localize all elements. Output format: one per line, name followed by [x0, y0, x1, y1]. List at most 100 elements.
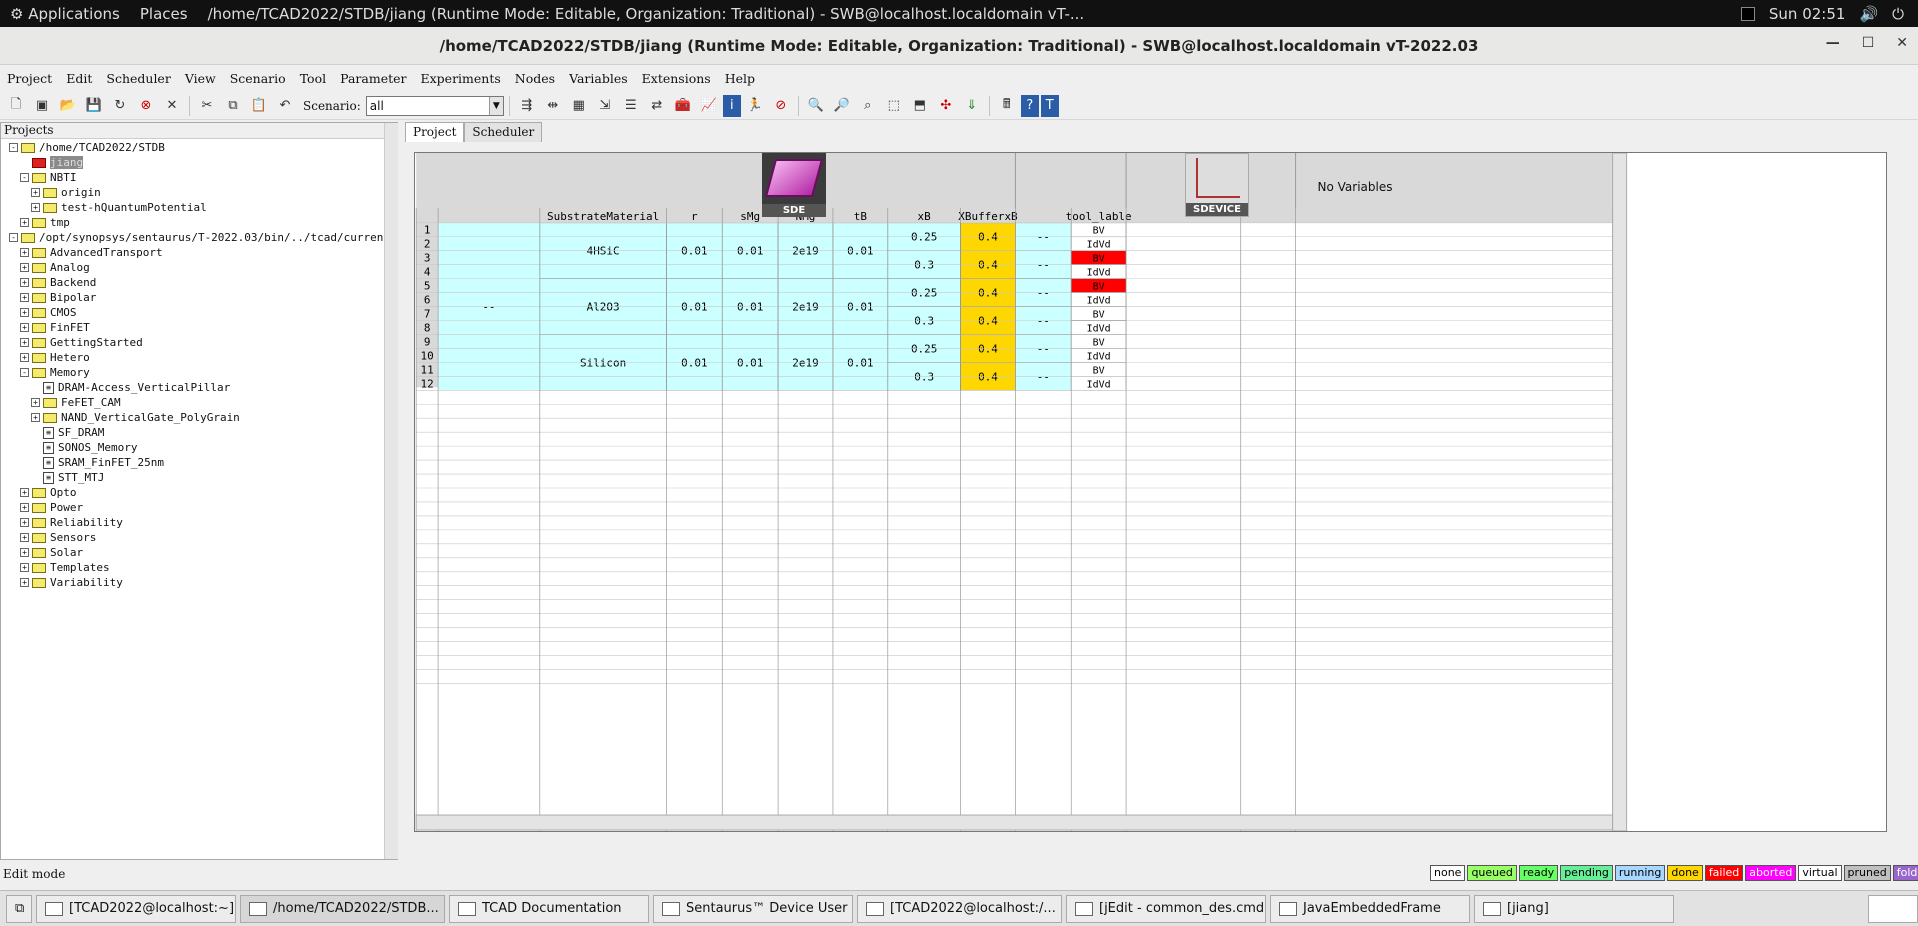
menu-tool[interactable]: Tool — [293, 71, 333, 86]
copy-icon[interactable]: ⧉ — [221, 95, 245, 117]
expand-icon[interactable]: + — [20, 338, 29, 347]
tree-item[interactable]: + Templates — [1, 560, 383, 575]
paste-icon[interactable]: 📋 — [247, 95, 271, 117]
terminal-icon[interactable]: T — [1040, 94, 1059, 117]
tree-item[interactable]: + CMOS — [1, 305, 383, 320]
tree-item[interactable]: + Solar — [1, 545, 383, 560]
menu-variables[interactable]: Variables — [562, 71, 635, 86]
tree-item[interactable]: + AdvancedTransport — [1, 245, 383, 260]
taskbar-window[interactable]: /home/TCAD2022/STDB... — [240, 894, 445, 923]
expand-icon[interactable]: + — [20, 548, 29, 557]
taskbar-window[interactable]: [TCAD2022@localhost:~] — [36, 894, 236, 923]
expand-icon[interactable]: + — [20, 263, 29, 272]
tab-scheduler[interactable]: Scheduler — [464, 122, 543, 142]
expand-icon[interactable]: + — [20, 248, 29, 257]
save-icon[interactable]: 💾 — [82, 95, 106, 117]
collapse-icon[interactable]: - — [20, 368, 29, 377]
info-icon[interactable]: i — [722, 94, 741, 117]
tree-item[interactable]: ≡ DRAM-Access_VerticalPillar — [1, 380, 383, 395]
expand-icon[interactable]: + — [31, 413, 40, 422]
stop-icon[interactable]: ⊗ — [134, 95, 158, 117]
collapse-icon[interactable]: - — [20, 173, 29, 182]
chevron-down-icon[interactable]: ▼ — [488, 96, 503, 115]
workspace-switcher[interactable] — [1868, 894, 1918, 923]
scenario-select[interactable]: all ▼ — [365, 95, 504, 116]
applications-menu[interactable]: ⚙ Applications — [0, 5, 130, 23]
calculator-icon[interactable]: 🖩 — [995, 95, 1019, 117]
menu-project[interactable]: Project — [0, 71, 59, 86]
tree-item[interactable]: + FinFET — [1, 320, 383, 335]
taskbar-window[interactable]: [jEdit - common_des.cmd... — [1066, 894, 1266, 923]
tree-item[interactable]: ≡ STT_MTJ — [1, 470, 383, 485]
menu-edit[interactable]: Edit — [59, 71, 99, 86]
tree-item[interactable]: + Reliability — [1, 515, 383, 530]
vertical-scrollbar[interactable] — [1612, 153, 1628, 831]
show-desktop-icon[interactable]: ⧉ — [6, 894, 32, 923]
taskbar-window[interactable]: TCAD Documentation — [449, 894, 649, 923]
expand-icon[interactable]: + — [20, 278, 29, 287]
view-box-icon[interactable]: ⬚ — [882, 95, 906, 117]
expand-icon[interactable]: + — [31, 203, 40, 212]
expand-icon[interactable]: + — [20, 578, 29, 587]
tree-item[interactable]: + GettingStarted — [1, 335, 383, 350]
undo-icon[interactable]: ↶ — [273, 95, 297, 117]
expand-icon[interactable]: + — [20, 563, 29, 572]
package-tool-icon[interactable]: 🧰 — [671, 95, 695, 117]
table-view-icon[interactable]: ☰ — [619, 95, 643, 117]
add-parameter-icon[interactable]: ⇶ — [515, 95, 539, 117]
minimize-icon[interactable]: — — [1826, 35, 1840, 51]
places-menu[interactable]: Places — [130, 5, 198, 23]
close-icon[interactable]: ✕ — [1896, 35, 1908, 51]
menu-extensions[interactable]: Extensions — [635, 71, 718, 86]
package-icon[interactable]: ▣ — [30, 95, 54, 117]
sdevice-tool[interactable]: SDEVICE — [1185, 153, 1249, 217]
tree-item[interactable]: ≡ SF_DRAM — [1, 425, 383, 440]
collapse-icon[interactable]: - — [9, 143, 18, 152]
run-icon[interactable]: 🏃 — [743, 95, 767, 117]
collapse-icon[interactable]: - — [9, 233, 18, 242]
tree-item[interactable]: - NBTI — [1, 170, 383, 185]
refresh-icon[interactable]: ↻ — [108, 95, 132, 117]
power-icon[interactable]: ⏻ — [1892, 5, 1904, 23]
expand-icon[interactable]: + — [20, 293, 29, 302]
export-icon[interactable]: ⇓ — [960, 95, 984, 117]
node-view-icon[interactable]: ⇄ — [645, 95, 669, 117]
view-select-icon[interactable]: ⬒ — [908, 95, 932, 117]
active-window-title[interactable]: /home/TCAD2022/STDB/jiang (Runtime Mode:… — [198, 5, 1095, 23]
tree-item[interactable]: - /home/TCAD2022/STDB — [1, 140, 383, 155]
taskbar-window[interactable]: [TCAD2022@localhost:/... — [857, 894, 1062, 923]
tree-item[interactable]: + Opto — [1, 485, 383, 500]
expand-icon[interactable]: + — [20, 503, 29, 512]
tree-item[interactable]: + NAND_VerticalGate_PolyGrain — [1, 410, 383, 425]
tree-item[interactable]: + Variability — [1, 575, 383, 590]
screen-icon[interactable] — [1740, 6, 1755, 21]
menu-parameter[interactable]: Parameter — [333, 71, 413, 86]
zoom-fit-icon[interactable]: ⌕ — [856, 95, 880, 117]
tree-item[interactable]: jiang — [1, 155, 383, 170]
expand-icon[interactable]: + — [20, 353, 29, 362]
tree-item[interactable]: ≡ SRAM_FinFET_25nm — [1, 455, 383, 470]
tree-item[interactable]: + Power — [1, 500, 383, 515]
tree-item[interactable]: ≡ SONOS_Memory — [1, 440, 383, 455]
projects-scrollbar[interactable] — [384, 123, 398, 859]
menu-scheduler[interactable]: Scheduler — [99, 71, 177, 86]
help-icon[interactable]: ? — [1020, 94, 1039, 117]
horizontal-scrollbar[interactable] — [415, 814, 1614, 831]
tree-item[interactable]: - Memory — [1, 365, 383, 380]
taskbar-window[interactable]: JavaEmbeddedFrame — [1270, 894, 1470, 923]
tree-item[interactable]: + test-hQuantumPotential — [1, 200, 383, 215]
menu-view[interactable]: View — [178, 71, 223, 86]
expand-icon[interactable]: + — [31, 398, 40, 407]
tree-item[interactable]: + origin — [1, 185, 383, 200]
tree-item[interactable]: + Sensors — [1, 530, 383, 545]
delete-icon[interactable]: ✕ — [160, 95, 184, 117]
taskbar-window[interactable]: [jiang] — [1474, 894, 1674, 923]
clock[interactable]: Sun 02:51 — [1769, 5, 1846, 23]
maximize-icon[interactable]: ☐ — [1862, 35, 1875, 51]
tree-item[interactable]: + Hetero — [1, 350, 383, 365]
expand-icon[interactable]: + — [20, 308, 29, 317]
menu-scenario[interactable]: Scenario — [223, 71, 293, 86]
new-icon[interactable]: 🗋 — [4, 95, 28, 117]
volume-icon[interactable]: 🔊 — [1859, 5, 1878, 23]
menu-experiments[interactable]: Experiments — [414, 71, 508, 86]
